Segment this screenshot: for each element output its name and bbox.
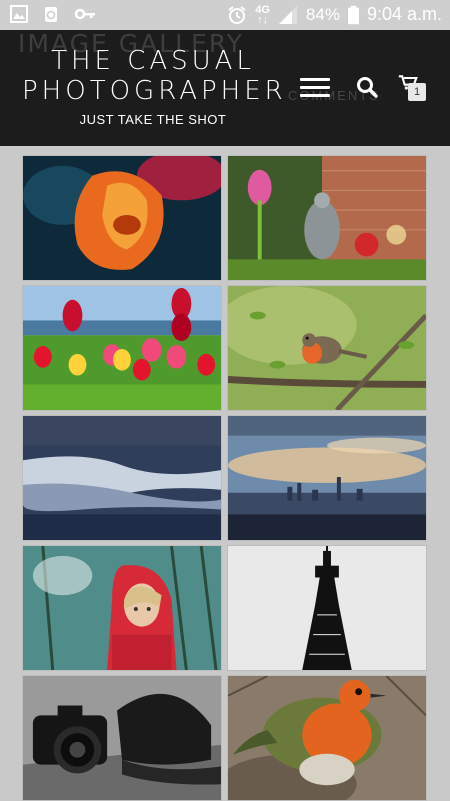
photo-garden-statue[interactable] [227, 155, 427, 281]
gallery-icon [10, 5, 28, 23]
search-icon[interactable] [356, 76, 378, 98]
photo-robin-close-up[interactable] [227, 675, 427, 801]
photo-girl-red-hood[interactable] [22, 545, 222, 671]
cart-count-badge: 1 [408, 83, 426, 101]
status-bar: 4G ↑↓ 84% 9:04 a.m. [0, 0, 450, 30]
photo-city-skyline[interactable] [227, 415, 427, 541]
cart-button[interactable]: 1 [398, 74, 428, 104]
photo-robin-on-branch[interactable] [227, 285, 427, 411]
battery-icon [347, 5, 359, 24]
key-icon [74, 8, 95, 20]
photo-camera-and-cap[interactable] [22, 675, 222, 801]
site-tagline: JUST TAKE THE SHOT [79, 112, 227, 127]
photo-tulip-field[interactable] [22, 285, 222, 411]
site-header: IMAGE GALLERY COMMENTS THE CASUAL PHOTOG… [0, 30, 450, 146]
photo-orange-tulip[interactable] [22, 155, 222, 281]
signal-icon [278, 5, 297, 24]
photo-blackpool-tower[interactable] [227, 545, 427, 671]
network-type: 4G ↑↓ [255, 3, 270, 26]
photo-cloudy-sky[interactable] [22, 415, 222, 541]
brand-line-1: THE CASUAL [51, 46, 255, 76]
site-logo[interactable]: THE CASUAL PHOTOGRAPHER JUST TAKE THE SH… [22, 46, 284, 127]
recycle-icon [45, 7, 57, 22]
alarm-icon [228, 5, 246, 24]
clock: 9:04 a.m. [366, 4, 442, 24]
brand-line-2: PHOTOGRAPHER [22, 76, 287, 106]
battery-percent: 84% [305, 4, 340, 24]
hamburger-menu-icon[interactable] [300, 78, 330, 100]
